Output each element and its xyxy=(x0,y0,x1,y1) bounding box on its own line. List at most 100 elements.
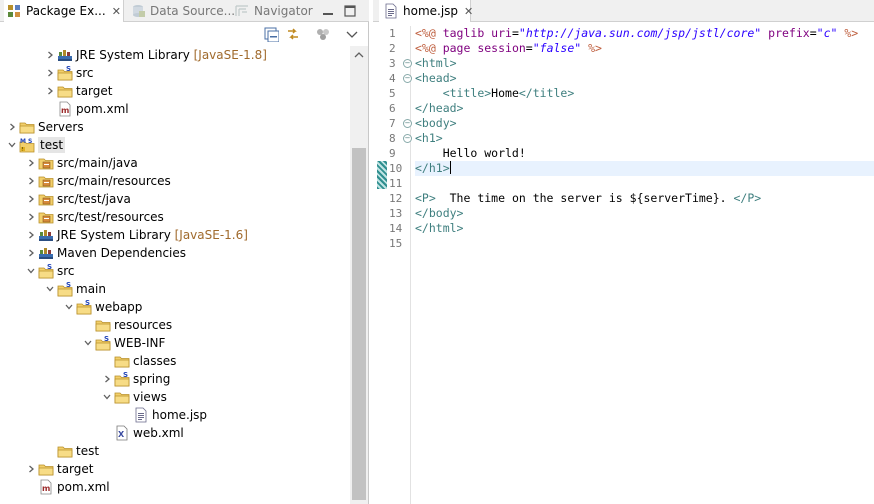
link-with-editor-icon[interactable] xyxy=(284,26,302,42)
code-line[interactable]: </html> xyxy=(415,221,874,236)
tab-data-source[interactable]: Data Source... xyxy=(128,0,235,22)
fold-toggle-icon[interactable]: − xyxy=(403,119,412,128)
tab-home-jsp[interactable]: home.jsp ✕ xyxy=(379,0,473,22)
close-icon[interactable]: ✕ xyxy=(464,5,473,18)
collapse-all-icon[interactable] xyxy=(262,26,280,42)
tree-item[interactable]: target xyxy=(0,82,350,100)
chevron-down-icon[interactable] xyxy=(82,334,94,352)
code-line[interactable]: <head> xyxy=(415,71,874,86)
tree-item[interactable]: Ssrc xyxy=(0,64,350,82)
source-folder-icon xyxy=(38,191,54,207)
line-number: 5 xyxy=(389,87,396,100)
chevron-down-icon[interactable] xyxy=(44,280,56,298)
tree-item[interactable]: src/main/java xyxy=(0,154,350,172)
chevron-right-icon[interactable] xyxy=(25,460,37,478)
minimize-icon[interactable] xyxy=(322,0,338,22)
code-line[interactable]: <title>Home</title> xyxy=(415,86,874,101)
tree-item[interactable]: Ssrc xyxy=(0,262,350,280)
tree-item[interactable]: classes xyxy=(0,352,350,370)
svg-text:S: S xyxy=(47,263,52,271)
chevron-right-icon[interactable] xyxy=(25,208,37,226)
code-editor[interactable]: 1 2 3−4−5 6 7−8−9 10 11 12 13 14 15 <%@ taglib uri… xyxy=(373,22,874,504)
chevron-right-icon[interactable] xyxy=(25,190,37,208)
tree-item[interactable]: Sspring xyxy=(0,370,350,388)
tree-item-label: WEB-INF xyxy=(114,336,166,350)
tree-item[interactable]: Smain xyxy=(0,280,350,298)
tree-item[interactable]: views xyxy=(0,388,350,406)
tree-item[interactable]: S WEB-INF xyxy=(0,334,350,352)
code-token: <title> xyxy=(442,86,492,100)
chevron-right-icon[interactable] xyxy=(6,118,18,136)
code-token: The time on the server is ${serverTime}. xyxy=(435,191,734,205)
code-line[interactable]: <%@ page session="false" %> xyxy=(415,41,874,56)
chevron-right-icon[interactable] xyxy=(25,244,37,262)
code-line[interactable] xyxy=(415,176,874,191)
svg-text:X: X xyxy=(118,430,125,439)
tree-item[interactable]: m pom.xml xyxy=(0,100,350,118)
tree-item[interactable]: home.jsp xyxy=(0,406,350,424)
code-token: <html> xyxy=(415,56,457,70)
chevron-right-icon[interactable] xyxy=(44,64,56,82)
code-line[interactable] xyxy=(415,236,874,251)
tree-item[interactable]: M S! test xyxy=(0,136,350,154)
tree-item[interactable]: JRE System Library [JavaSE-1.6] xyxy=(0,226,350,244)
vertical-scrollbar[interactable] xyxy=(350,46,368,504)
code-line[interactable]: <P> The time on the server is ${serverTi… xyxy=(415,191,874,206)
chevron-down-icon[interactable] xyxy=(63,298,75,316)
maximize-icon[interactable] xyxy=(344,0,360,22)
code-line[interactable]: </body> xyxy=(415,206,874,221)
spring-folder-icon: S xyxy=(76,299,92,315)
view-menu-icon[interactable] xyxy=(343,26,361,42)
code-line[interactable]: <%@ taglib uri="http://java.sun.com/jsp/… xyxy=(415,26,874,41)
tree-item[interactable]: Maven Dependencies xyxy=(0,244,350,262)
tree-item[interactable]: src/test/resources xyxy=(0,208,350,226)
tree-item[interactable]: target xyxy=(0,460,350,478)
code-token: <body> xyxy=(415,116,457,130)
xml-file-icon: X xyxy=(114,425,130,441)
scroll-up-arrow-icon[interactable] xyxy=(350,46,368,64)
tree-item[interactable]: m pom.xml xyxy=(0,478,350,496)
tree-item[interactable]: Servers xyxy=(0,118,350,136)
tree-item[interactable]: src/test/java xyxy=(0,190,350,208)
fold-toggle-icon[interactable]: − xyxy=(403,74,412,83)
tree-item[interactable]: Xweb.xml xyxy=(0,424,350,442)
code-token: "false" xyxy=(532,41,582,55)
chevron-right-icon[interactable] xyxy=(44,46,56,64)
chevron-right-icon[interactable] xyxy=(101,370,113,388)
code-line[interactable]: <h1> xyxy=(415,131,874,146)
code-line[interactable]: <html> xyxy=(415,56,874,71)
tree-item[interactable]: resources xyxy=(0,316,350,334)
tab-package-explorer[interactable]: Package Ex... ✕ xyxy=(4,0,124,22)
focus-icon[interactable] xyxy=(314,26,332,42)
chevron-right-icon[interactable] xyxy=(44,82,56,100)
code-token: "http://java.sun.com/jsp/jstl/core" xyxy=(518,26,762,40)
chevron-down-icon[interactable] xyxy=(25,262,37,280)
svg-text:!: ! xyxy=(22,147,24,153)
fold-toggle-icon[interactable]: − xyxy=(403,134,412,143)
tab-label: home.jsp xyxy=(403,4,459,18)
chevron-down-icon[interactable] xyxy=(6,136,18,154)
tree-item-label: target xyxy=(76,84,113,98)
tree-item[interactable]: src/main/resources xyxy=(0,172,350,190)
scroll-thumb[interactable] xyxy=(352,148,366,500)
code-line[interactable]: </head> xyxy=(415,101,874,116)
code-line[interactable]: <body> xyxy=(415,116,874,131)
line-number: 10 xyxy=(389,162,403,175)
svg-text:S: S xyxy=(123,371,128,379)
tab-navigator[interactable]: Navigator xyxy=(232,0,322,22)
chevron-right-icon[interactable] xyxy=(25,226,37,244)
code-line[interactable]: </h1> xyxy=(415,161,874,176)
left-tab-bar: Package Ex... ✕ Data Source... Navigator xyxy=(0,0,369,22)
close-icon[interactable]: ✕ xyxy=(112,5,121,18)
fold-toggle-icon[interactable]: − xyxy=(403,59,412,68)
code-line[interactable]: Hello world! xyxy=(415,146,874,161)
tree-item[interactable]: Swebapp xyxy=(0,298,350,316)
source-folder-icon xyxy=(38,155,54,171)
line-number: 11 xyxy=(389,177,403,190)
chevron-right-icon[interactable] xyxy=(25,154,37,172)
chevron-right-icon[interactable] xyxy=(25,172,37,190)
chevron-down-icon[interactable] xyxy=(101,388,113,406)
tree-item[interactable]: test xyxy=(0,442,350,460)
svg-text:S: S xyxy=(66,65,71,73)
tree-item[interactable]: JRE System Library [JavaSE-1.8] xyxy=(0,46,350,64)
